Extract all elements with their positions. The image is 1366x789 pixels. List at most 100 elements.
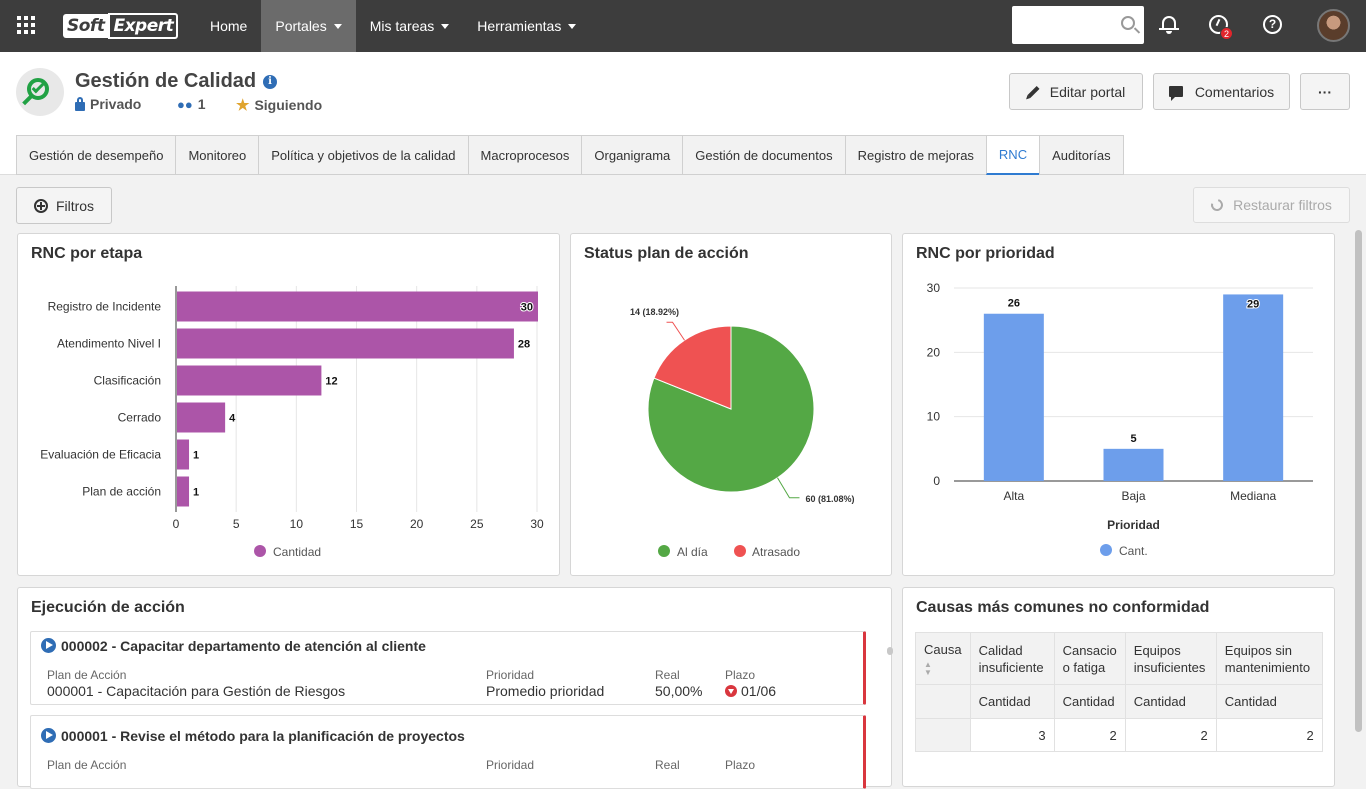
y-tick-label: Evaluación de Eficacia (40, 448, 161, 462)
x-tick-label: Baja (1121, 489, 1145, 503)
action-title[interactable]: 000002 - Capacitar departamento de atenc… (61, 638, 426, 654)
deadline-date: 01/06 (741, 683, 777, 699)
help-icon[interactable]: ? (1262, 14, 1284, 36)
tab-macroprocesos[interactable]: Macroprocesos (467, 135, 582, 175)
nav-home-label: Home (210, 18, 248, 34)
x-axis-title: Prioridad (1107, 518, 1160, 532)
legend-label: Cant. (1119, 544, 1148, 558)
search-icon[interactable] (1121, 16, 1135, 30)
tab-label: Monitoreo (188, 147, 247, 163)
edit-portal-button[interactable]: Editar portal (1009, 73, 1143, 110)
tab-gestion-desempeno[interactable]: Gestión de desempeño (16, 135, 176, 175)
tab-auditorias[interactable]: Auditorías (1039, 135, 1124, 175)
privacy-status: Privado (75, 96, 141, 112)
follow-status[interactable]: ★ Siguiendo (236, 96, 322, 114)
sort-icon[interactable]: ▲ ▼ (924, 660, 962, 677)
avatar[interactable] (1317, 9, 1350, 42)
chart-card-status-plan: Status plan de acción 60 (81.08%) 14 (18.… (570, 233, 892, 576)
x-tick-label: Mediana (1230, 489, 1276, 503)
hbar-chart: 0 5 10 15 20 25 30 Registro de Incidente 30 Atend… (40, 286, 544, 559)
action-item[interactable]: 000001 - Revise el método para la planif… (30, 715, 866, 789)
table-cell: 2 (1053, 718, 1126, 752)
column-header-label: Causa (924, 641, 962, 657)
portal-quality-logo-icon (16, 68, 64, 116)
play-icon[interactable] (41, 728, 56, 743)
y-tick-label: Registro de Incidente (48, 300, 162, 314)
sub-header: Cantidad (1053, 684, 1126, 719)
data-label: 28 (518, 339, 530, 351)
nav-mis-tareas[interactable]: Mis tareas (356, 0, 464, 52)
data-label: 12 (325, 376, 337, 388)
more-options-button[interactable]: ··· (1300, 73, 1350, 110)
members-count[interactable]: ●● 1 (177, 96, 206, 112)
chart-card-rnc-prioridad: RNC por prioridad 0 10 20 30 26 Alta 5 Baja 29 Me… (902, 233, 1335, 576)
filters-label: Filtros (55, 197, 95, 214)
lock-icon (75, 96, 85, 111)
nav-herramientas-label: Herramientas (477, 18, 562, 34)
comment-icon (1168, 86, 1183, 101)
priority-value: Promedio prioridad (486, 683, 605, 699)
list-scrollbar[interactable] (887, 647, 893, 655)
sub-header: Cantidad (1215, 684, 1323, 719)
tab-label: Macroprocesos (480, 147, 570, 163)
plan-value: 000001 - Capacitación para Gestión de Ri… (47, 683, 346, 699)
pencil-icon (1027, 85, 1040, 98)
action-title[interactable]: 000001 - Revise el método para la planif… (61, 728, 465, 744)
users-icon: ●● (177, 96, 193, 112)
tab-rnc[interactable]: RNC (985, 135, 1040, 175)
nav-home[interactable]: Home (196, 0, 261, 52)
tab-registro-mejoras[interactable]: Registro de mejoras (844, 135, 986, 175)
bar (177, 439, 190, 470)
softexpert-logo[interactable]: Soft Expert (63, 12, 179, 39)
reset-filters-label: Restaurar filtros (1233, 197, 1332, 213)
bar (177, 402, 226, 433)
search-input[interactable] (1012, 6, 1144, 44)
data-label: 1 (193, 487, 199, 499)
tab-politica-objetivos[interactable]: Política y objetivos de la calidad (258, 135, 468, 175)
logo-text-expert: Expert (108, 12, 179, 39)
chevron-down-icon (333, 23, 342, 29)
y-tick-label: 0 (933, 474, 940, 488)
tab-organigrama[interactable]: Organigrama (581, 135, 683, 175)
tab-gestion-documentos[interactable]: Gestión de documentos (682, 135, 845, 175)
x-tick-label: Alta (1003, 489, 1024, 503)
legend-label: Atrasado (752, 545, 800, 559)
priority-label: Prioridad (486, 668, 535, 682)
bar (177, 291, 538, 322)
reset-filters-button[interactable]: Restaurar filtros (1193, 187, 1350, 223)
info-icon[interactable]: i (263, 75, 277, 89)
bar (1223, 294, 1284, 481)
data-label: 30 (521, 302, 533, 314)
apps-grid-icon[interactable] (17, 16, 35, 34)
y-tick-label: 20 (927, 345, 941, 359)
undo-icon (1208, 196, 1226, 214)
bell-icon[interactable] (1158, 14, 1180, 36)
y-tick-label: 10 (927, 410, 941, 424)
nav-herramientas[interactable]: Herramientas (463, 0, 590, 52)
comments-button[interactable]: Comentarios (1153, 73, 1290, 110)
execution-title: Ejecución de acción (31, 599, 185, 616)
callout-line (666, 321, 685, 341)
data-label: 5 (1130, 433, 1136, 445)
filters-button[interactable]: Filtros (16, 187, 112, 224)
pie-chart: 60 (81.08%) 14 (18.92%) Al día Atrasado (630, 307, 855, 559)
play-icon[interactable] (41, 638, 56, 653)
nav-portales[interactable]: Portales (261, 0, 356, 52)
causes-table: Causa ▲ ▼ Calidad insuficiente Cansacio o … (915, 632, 1323, 752)
plan-label: Plan de Acción (47, 758, 127, 772)
page-scrollbar[interactable] (1355, 230, 1362, 732)
data-label: 29 (1247, 298, 1259, 310)
action-item[interactable]: 000002 - Capacitar departamento de atenc… (30, 631, 866, 705)
execution-card: Ejecución de acción 000002 - Capacitar d… (17, 587, 893, 789)
comments-label: Comentarios (1194, 83, 1275, 100)
x-tick-label: 30 (530, 517, 544, 531)
tab-label: RNC (998, 147, 1028, 162)
tab-monitoreo[interactable]: Monitoreo (175, 135, 259, 175)
bar (983, 313, 1044, 481)
column-header: Equipos insuficientes (1124, 632, 1217, 685)
legend-marker (734, 545, 746, 557)
page-title: Gestión de Calidad (75, 70, 257, 92)
column-header-causa[interactable]: Causa ▲ ▼ (915, 632, 971, 685)
notification-badge: 2 (1220, 27, 1233, 40)
data-label: 1 (193, 450, 199, 462)
